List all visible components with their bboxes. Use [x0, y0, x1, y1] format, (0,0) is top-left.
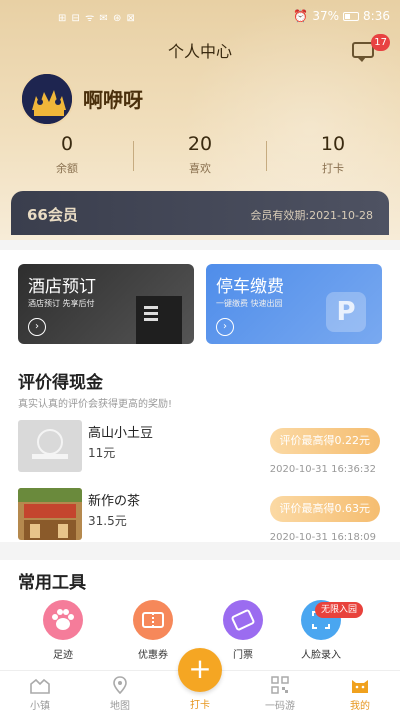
cat-icon	[349, 675, 371, 695]
page-title: 个人中心	[167, 42, 232, 61]
ticket-icon	[223, 600, 263, 640]
stat-likes[interactable]: 20 喜欢	[145, 133, 255, 176]
tool-label: 足迹	[53, 650, 73, 661]
stat-balance[interactable]: 0 余额	[12, 133, 122, 176]
tab-qrcode[interactable]: 一码游	[250, 675, 310, 711]
review-price: 31.5元	[88, 514, 127, 528]
parking-sign-icon: P	[326, 292, 366, 332]
stat-checkin[interactable]: 10 打卡	[278, 133, 388, 176]
tab-label: 我的	[350, 701, 370, 711]
store-logo-icon	[18, 420, 82, 472]
stat-label: 喜欢	[189, 162, 211, 175]
review-reward-button[interactable]: 评价最高得0.22元	[269, 428, 380, 454]
avatar[interactable]	[20, 72, 74, 126]
reviews-title: 评价得现金	[18, 373, 103, 393]
stats-row: 0 余额 20 喜欢 10 打卡	[0, 133, 400, 183]
banner-subtitle: 酒店预订 先享后付	[28, 299, 95, 308]
banner-title: 停车缴费	[216, 277, 284, 297]
review-reward-button[interactable]: 评价最高得0.63元	[269, 496, 380, 522]
message-badge: 17	[371, 34, 390, 51]
review-store-name: 高山小土豆	[88, 426, 154, 441]
town-icon	[29, 675, 51, 695]
stat-value: 0	[60, 133, 74, 155]
arrow-right-icon: ›	[28, 318, 46, 336]
store-photo-icon	[18, 488, 82, 540]
plus-icon: +	[188, 652, 212, 685]
review-store-name: 新作の茶	[88, 494, 141, 509]
tool-label: 优惠券	[138, 650, 168, 661]
member-card[interactable]: 66会员 会员有效期:2021-10-28	[11, 191, 389, 235]
alarm-icon: ⏰	[293, 9, 309, 23]
status-icons: ⊞ ⊟ ᯤ ✉ ⊛ ⊠	[58, 13, 136, 24]
banner-subtitle: 一键缴费 快速出园	[216, 299, 283, 308]
member-level: 66会员	[27, 206, 78, 224]
avatar-logo-icon	[22, 74, 72, 124]
stat-value: 20	[187, 133, 213, 155]
username: 啊咿呀	[83, 88, 143, 112]
status-bar: ⊞ ⊟ ᯤ ✉ ⊛ ⊠ ⏰ 37% 8:36	[0, 0, 400, 34]
battery-icon	[343, 11, 360, 21]
review-time: 2020-10-31 16:36:32	[269, 464, 376, 475]
tool-ticket[interactable]: 门票	[208, 600, 278, 661]
status-time: 8:36	[363, 9, 390, 23]
stat-label: 打卡	[322, 162, 344, 175]
main-content: 酒店预订 酒店预订 先享后付 › 停车缴费 一键缴费 快速出园 › P 评价得现…	[0, 250, 400, 543]
map-icon	[109, 675, 131, 695]
tab-label: 地图	[110, 701, 130, 711]
qrcode-icon	[269, 675, 291, 695]
tab-checkin-label: 打卡	[190, 700, 210, 711]
review-thumbnail	[18, 488, 82, 540]
tab-town[interactable]: 小镇	[10, 675, 70, 711]
tool-label: 人脸录入	[301, 650, 341, 661]
review-time: 2020-10-31 16:18:09	[269, 532, 376, 543]
paw-icon	[43, 600, 83, 640]
stat-label: 余额	[56, 162, 78, 175]
member-expiry: 会员有效期:2021-10-28	[250, 209, 373, 222]
building-icon	[136, 296, 182, 344]
arrow-right-icon: ›	[216, 318, 234, 336]
stat-value: 10	[320, 133, 346, 155]
tool-coupon[interactable]: 优惠券	[118, 600, 188, 661]
battery-percent: 37%	[312, 9, 340, 23]
tab-label: 小镇	[30, 701, 50, 711]
review-price: 11元	[88, 446, 116, 460]
review-item[interactable]: 新作の茶 31.5元 评价最高得0.63元 2020-10-31 16:18:0…	[18, 488, 382, 548]
reviews-subtitle: 真实认真的评价会获得更高的奖励!	[18, 399, 173, 410]
checkin-plus-button[interactable]: +	[178, 648, 222, 692]
unlimited-entry-tag: 无限入园	[315, 602, 364, 618]
stat-divider	[266, 141, 267, 171]
tools-title: 常用工具	[18, 573, 86, 593]
review-item[interactable]: 高山小土豆 11元 评价最高得0.22元 2020-10-31 16:36:32	[18, 420, 382, 480]
tab-label: 一码游	[265, 701, 295, 711]
tool-footprint[interactable]: 足迹	[28, 600, 98, 661]
banner-title: 酒店预订	[28, 277, 96, 297]
hotel-booking-banner[interactable]: 酒店预订 酒店预订 先享后付 ›	[18, 264, 194, 344]
coupon-icon	[133, 600, 173, 640]
review-thumbnail	[18, 420, 82, 472]
stat-divider	[133, 141, 134, 171]
parking-payment-banner[interactable]: 停车缴费 一键缴费 快速出园 › P	[206, 264, 382, 344]
tab-map[interactable]: 地图	[90, 675, 150, 711]
profile-header: ⊞ ⊟ ᯤ ✉ ⊛ ⊠ ⏰ 37% 8:36 个人中心 17 啊咿呀 0 余额 …	[0, 0, 400, 240]
tab-mine[interactable]: 我的	[330, 675, 390, 711]
